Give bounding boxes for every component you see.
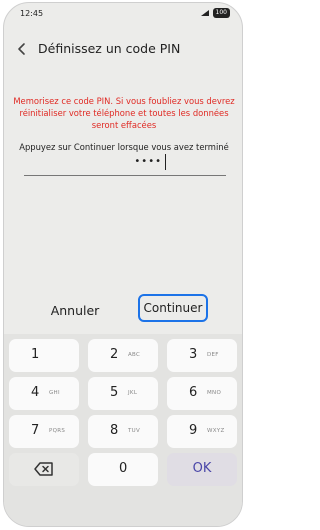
page-title: Définissez un code PIN [38, 41, 181, 56]
key-digit: 4 [31, 385, 40, 400]
key-digit: 0 [119, 461, 128, 476]
pin-dots: •••• [134, 156, 162, 167]
cancel-button[interactable]: Annuler [34, 297, 116, 323]
backspace-icon [34, 462, 53, 476]
battery-icon: 100 [212, 8, 230, 18]
key-9[interactable]: 9 WXYZ [167, 415, 237, 448]
key-digit: 1 [31, 347, 40, 362]
key-digit: 6 [189, 385, 198, 400]
key-digit: 2 [110, 347, 119, 362]
key-6[interactable]: 6 MNO [167, 377, 237, 410]
key-digit: 7 [31, 423, 40, 438]
text-cursor [165, 154, 166, 170]
key-letters: DEF [207, 352, 219, 358]
key-letters: ABC [128, 352, 141, 358]
ok-label: OK [192, 461, 212, 476]
status-icons: 100 [200, 8, 230, 18]
key-4[interactable]: 4 GHI [9, 377, 79, 410]
app-header: Définissez un code PIN [4, 33, 242, 67]
key-digit: 9 [189, 423, 198, 438]
key-letters: PQRS [49, 428, 66, 434]
status-time: 12:45 [20, 9, 44, 18]
signal-icon [200, 10, 209, 16]
key-3[interactable]: 3 DEF [167, 339, 237, 372]
ok-key[interactable]: OK [167, 453, 237, 486]
pin-input[interactable]: •••• [24, 150, 222, 176]
phone-screen: 12:45 100 Définissez un code PIN Memoris… [3, 2, 243, 527]
status-bar: 12:45 100 [4, 3, 242, 25]
key-2[interactable]: 2 ABC [88, 339, 158, 372]
key-1[interactable]: 1 [9, 339, 79, 372]
pin-underline [24, 175, 226, 176]
key-letters: TUV [128, 428, 141, 434]
key-0[interactable]: 0 [88, 453, 158, 486]
key-digit: 5 [110, 385, 119, 400]
key-letters: JKL [128, 390, 138, 396]
back-arrow-icon[interactable] [14, 41, 30, 57]
key-8[interactable]: 8 TUV [88, 415, 158, 448]
key-letters: GHI [49, 390, 60, 396]
key-digit: 8 [110, 423, 119, 438]
numeric-keypad: 1 2 ABC 3 DEF 4 GHI 5 JKL 6 MNO 7 PQRS 8 TUV 9 W… [4, 334, 242, 526]
key-letters: WXYZ [207, 428, 225, 434]
key-digit: 3 [189, 347, 198, 362]
key-7[interactable]: 7 PQRS [9, 415, 79, 448]
continue-button[interactable]: Continuer [138, 294, 208, 322]
backspace-key[interactable] [9, 453, 79, 486]
warning-text: Memorisez ce code PIN. Si vous foubliez … [13, 96, 235, 130]
key-letters: MNO [207, 390, 222, 396]
key-5[interactable]: 5 JKL [88, 377, 158, 410]
action-bar: Annuler Continuer [4, 291, 242, 331]
